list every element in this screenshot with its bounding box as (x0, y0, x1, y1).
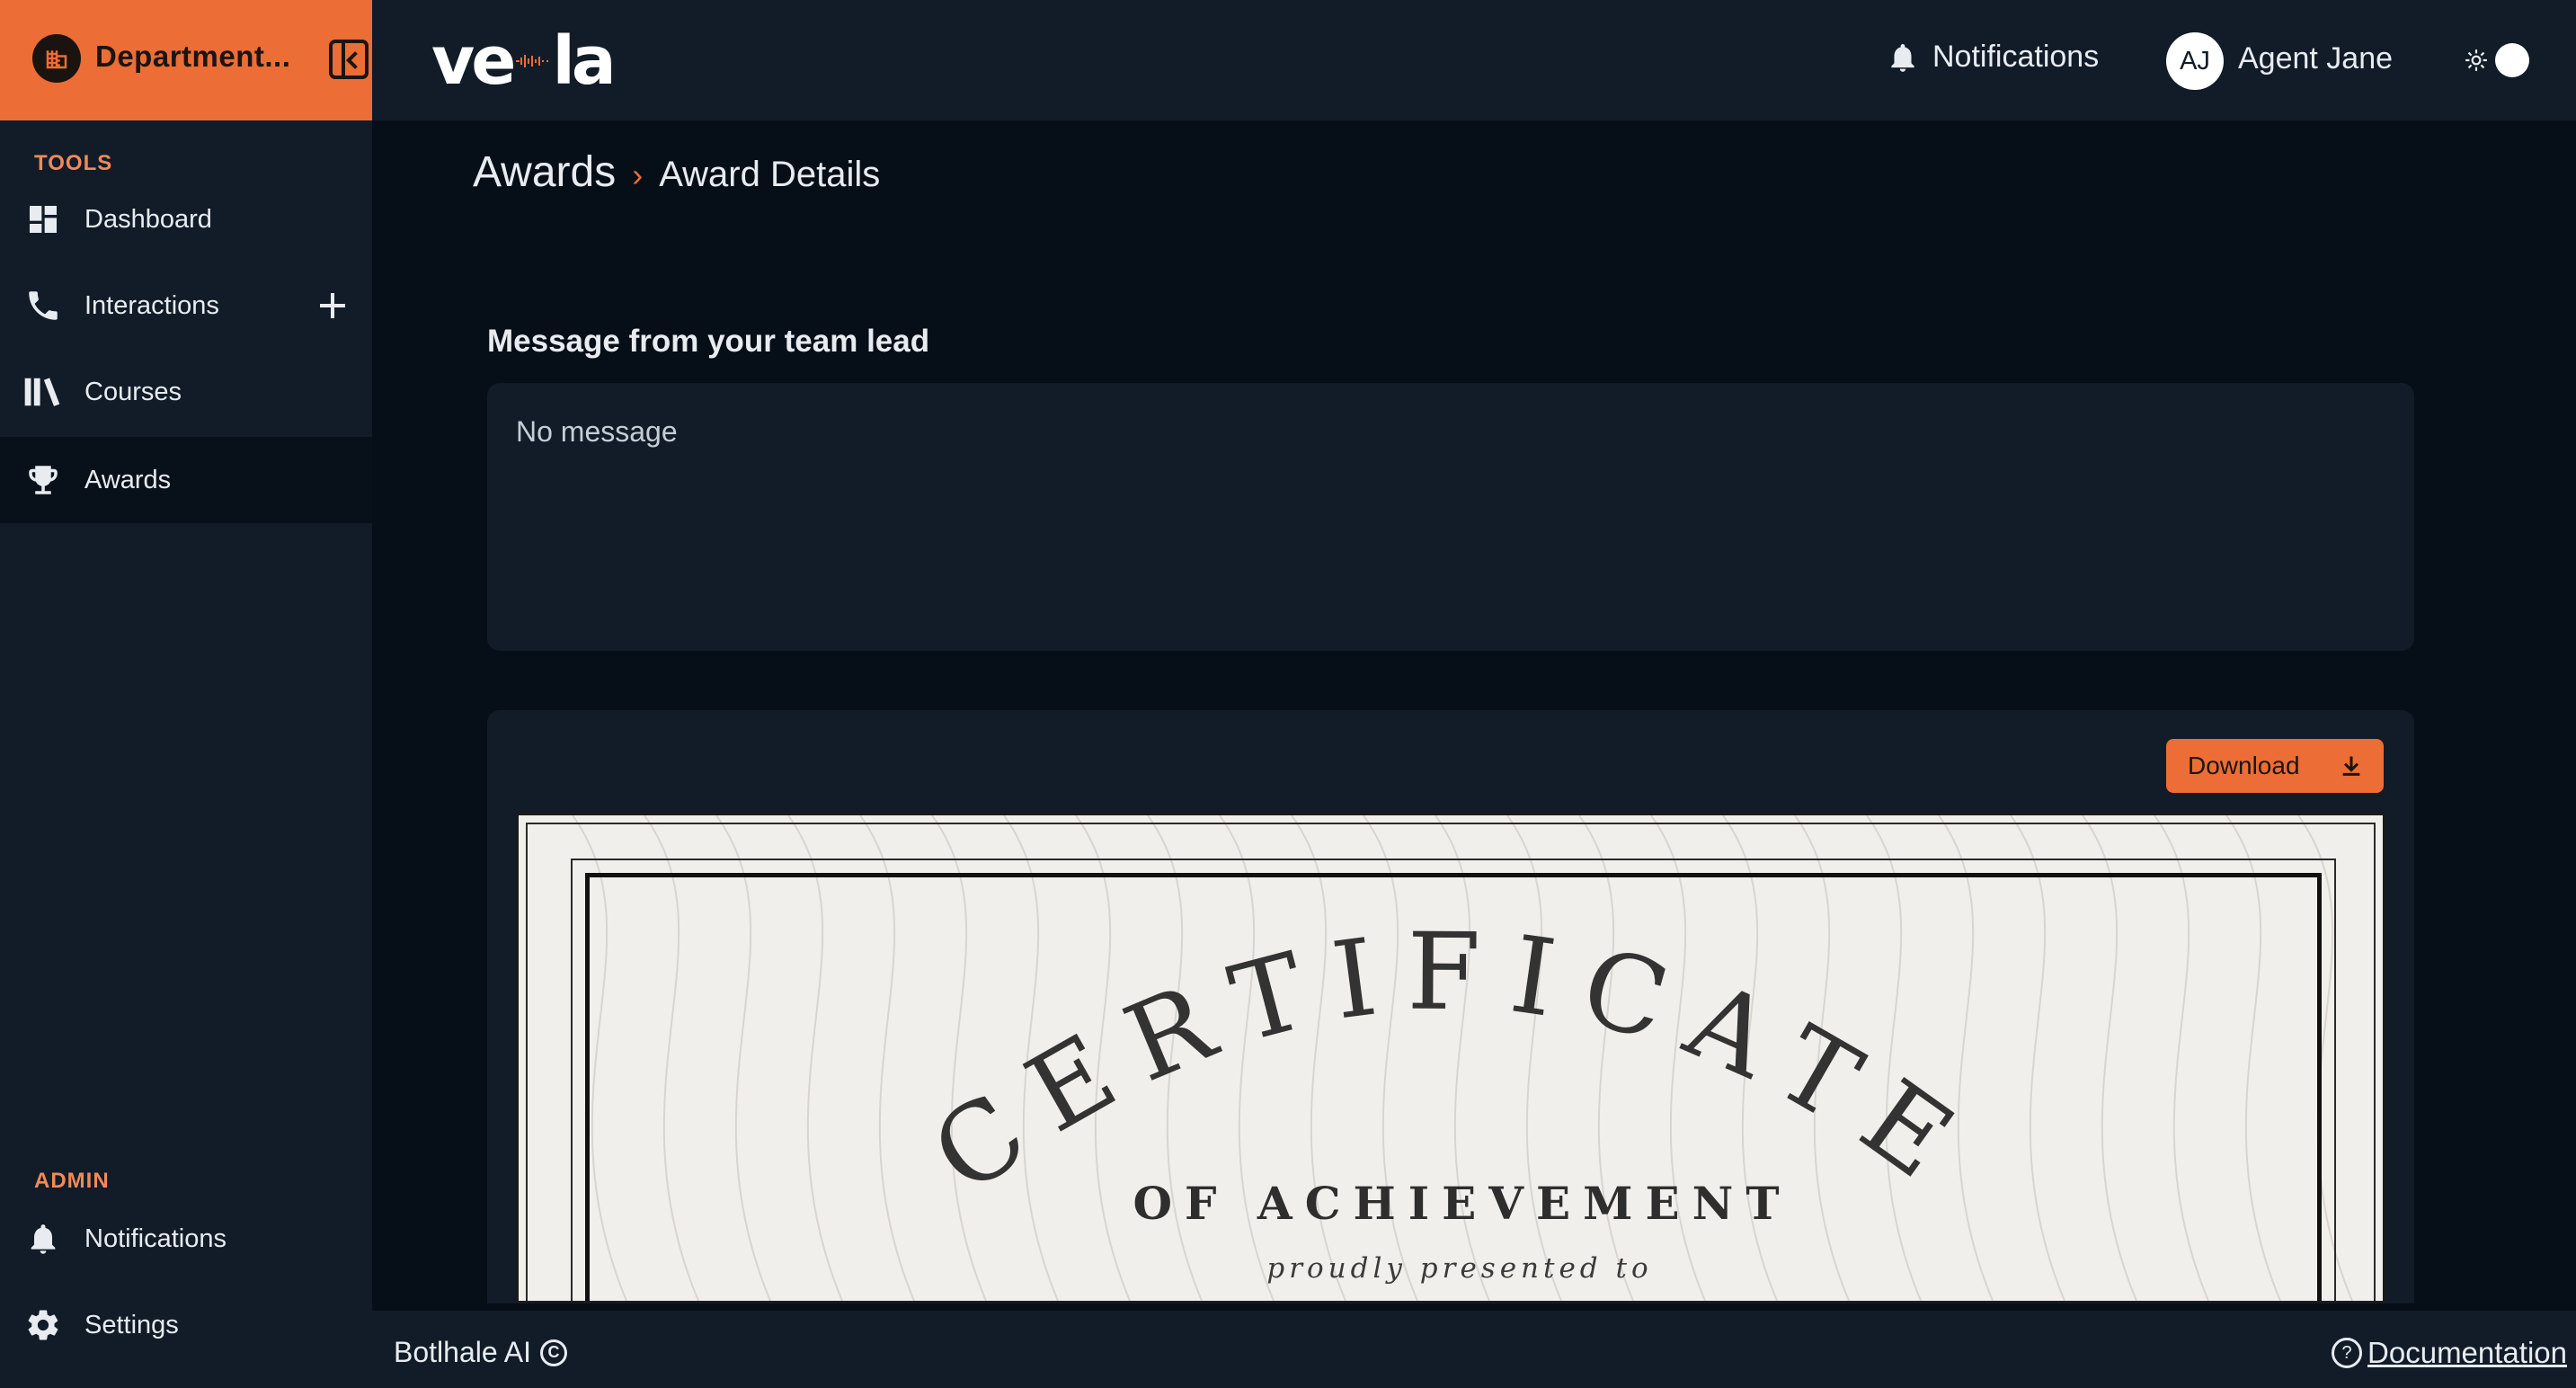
gear-icon (23, 1305, 63, 1345)
sidebar-item-awards[interactable]: Awards (0, 437, 372, 523)
collapse-sidebar-icon[interactable] (329, 40, 369, 79)
logo-text-left: ve (431, 22, 516, 100)
message-title: Message from your team lead (487, 324, 930, 359)
dashboard-icon (23, 200, 63, 239)
sidebar-item-label: Interactions (84, 290, 219, 320)
svg-text:CERTIFICATE: CERTIFICATE (910, 910, 1997, 1218)
documentation-link[interactable]: Documentation (2367, 1336, 2567, 1370)
notifications-label: Notifications (1932, 40, 2100, 74)
footer: Botlhale AI C ? Documentation (372, 1311, 2576, 1388)
sidebar: Department... TOOLS Dashboard Interactio… (0, 0, 372, 1388)
certificate-subtitle: OF ACHIEVEMENT (1133, 1177, 1792, 1230)
download-icon (2342, 756, 2360, 776)
sidebar-item-label: Courses (84, 377, 182, 406)
chevron-right-icon: › (632, 156, 644, 193)
department-label: Department... (95, 40, 291, 73)
copyright-icon: C (540, 1339, 567, 1366)
sidebar-item-dashboard[interactable]: Dashboard (0, 176, 372, 262)
notifications-button[interactable]: Notifications (1886, 40, 2099, 75)
tools-section-label: TOOLS (34, 151, 113, 175)
sidebar-item-settings[interactable]: Settings (0, 1282, 372, 1368)
library-icon (23, 372, 63, 412)
app-logo[interactable]: ve la (431, 22, 617, 100)
phone-icon (23, 286, 63, 325)
documentation-link-group[interactable]: ? Documentation (2332, 1336, 2567, 1370)
bell-icon (23, 1219, 63, 1259)
toggle-knob (2495, 43, 2529, 77)
certificate-presented-text: proudly presented to (1266, 1252, 1653, 1285)
message-box: No message (487, 383, 2414, 651)
help-icon: ? (2332, 1338, 2363, 1368)
sidebar-item-label: Settings (84, 1310, 179, 1339)
sidebar-item-label: Dashboard (84, 204, 212, 234)
sidebar-item-notifications[interactable]: Notifications (0, 1196, 372, 1282)
footer-brand-label: Botlhale AI (394, 1336, 531, 1368)
user-name[interactable]: Agent Jane (2238, 41, 2393, 76)
theme-toggle[interactable] (2465, 43, 2529, 77)
download-button[interactable]: Download (2166, 739, 2384, 793)
soundwave-icon (516, 55, 549, 67)
sun-icon (2465, 49, 2487, 71)
admin-section-label: ADMIN (34, 1169, 110, 1193)
download-label: Download (2188, 752, 2300, 779)
sidebar-item-label: Notifications (84, 1223, 227, 1253)
breadcrumb-current: Award Details (659, 155, 881, 194)
breadcrumb: Awards › Award Details (473, 147, 880, 197)
sidebar-item-courses[interactable]: Courses (0, 349, 372, 435)
breadcrumb-awards-link[interactable]: Awards (473, 147, 616, 197)
sidebar-item-label: Awards (84, 465, 172, 494)
certificate-preview: CERTIFICATE OF ACHIEVEMENT proudly prese… (516, 813, 2385, 1303)
building-icon (32, 34, 81, 83)
sidebar-item-interactions[interactable]: Interactions (0, 262, 372, 349)
trophy-icon (23, 460, 63, 500)
bell-icon (1891, 43, 1914, 72)
logo-text-right: la (552, 22, 616, 100)
department-selector[interactable]: Department... (0, 0, 372, 120)
footer-brand: Botlhale AI C (394, 1336, 567, 1369)
message-text: No message (516, 415, 678, 448)
avatar[interactable]: AJ (2166, 32, 2224, 90)
add-interaction-icon[interactable] (316, 289, 349, 322)
top-bar: ve la Notifications AJ Agent Jane (372, 0, 2576, 120)
certificate-card: Download CERTIFICATE OF ACHIEVEMENT prou… (487, 710, 2414, 1303)
